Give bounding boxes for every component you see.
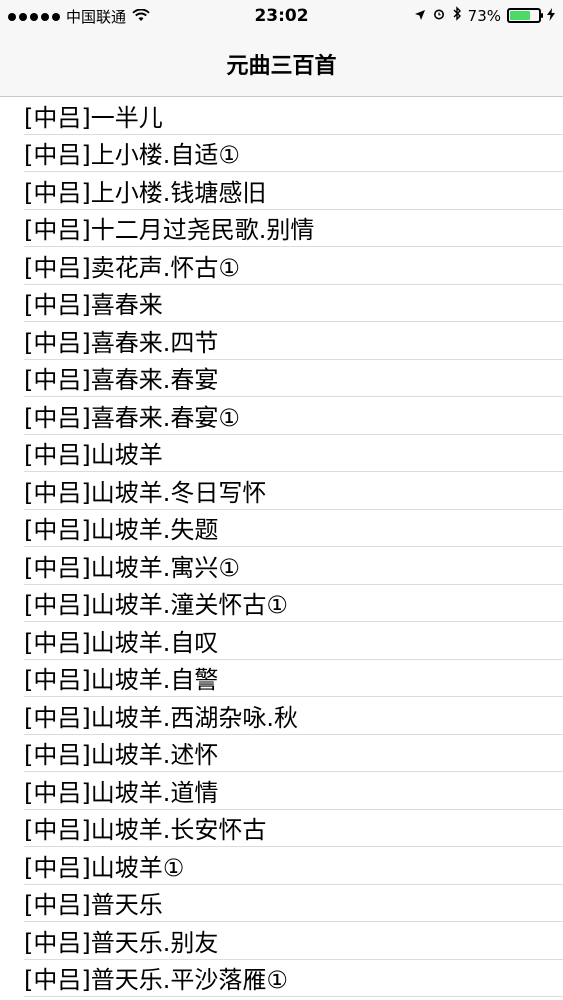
list-item[interactable]: [中吕]喜春来.春宴 — [24, 360, 563, 397]
list-item[interactable]: [中吕]山坡羊.冬日写怀 — [24, 472, 563, 510]
list-item[interactable]: [中吕]山坡羊.寓兴① — [24, 547, 563, 585]
list-item[interactable]: [中吕]山坡羊.述怀 — [24, 735, 563, 772]
list-item[interactable]: [中吕]喜春来.春宴① — [24, 397, 563, 435]
list-item[interactable]: [中吕]普天乐 — [24, 885, 563, 922]
song-list: [中吕]一半儿 [中吕]上小楼.自适① [中吕]上小楼.钱塘感旧 [中吕]十二月过尧民… — [0, 97, 563, 997]
list-item[interactable]: [中吕]卖花声.怀古① — [24, 247, 563, 285]
list-item[interactable]: [中吕]上小楼.钱塘感旧 — [24, 172, 563, 210]
battery-percent: 73% — [467, 6, 501, 25]
location-arrow-icon — [414, 7, 426, 25]
list-item[interactable]: [中吕]山坡羊.长安怀古 — [24, 810, 563, 847]
page-title: 元曲三百首 — [226, 54, 337, 79]
battery-icon — [507, 8, 543, 23]
list-item[interactable]: [中吕]山坡羊 — [24, 435, 563, 472]
list-item[interactable]: [中吕]山坡羊.失题 — [24, 510, 563, 547]
bluetooth-icon — [452, 6, 462, 25]
list-item[interactable]: [中吕]山坡羊.自叹 — [24, 622, 563, 660]
list-item[interactable]: [中吕]喜春来 — [24, 285, 563, 322]
list-item[interactable]: [中吕]上小楼.自适① — [24, 135, 563, 172]
list-item[interactable]: [中吕]山坡羊.西湖杂咏.秋 — [24, 697, 563, 735]
list-item[interactable]: [中吕]十二月过尧民歌.别情 — [24, 210, 563, 247]
list-item[interactable]: [中吕]山坡羊.自警 — [24, 660, 563, 697]
navigation-bar: 元曲三百首 — [0, 32, 563, 97]
status-bar: 中国联通 23:02 73% — [0, 0, 563, 32]
charging-bolt-icon — [547, 7, 555, 25]
list-item[interactable]: [中吕]普天乐.别友 — [24, 922, 563, 960]
list-item[interactable]: [中吕]山坡羊① — [24, 847, 563, 885]
status-right: 73% — [414, 6, 555, 25]
list-item[interactable]: [中吕]山坡羊.潼关怀古① — [24, 585, 563, 622]
list-item[interactable]: [中吕]山坡羊.道情 — [24, 772, 563, 810]
list-item[interactable]: [中吕]普天乐.平沙落雁① — [24, 960, 563, 997]
list-item[interactable]: [中吕]喜春来.四节 — [24, 322, 563, 360]
list-item[interactable]: [中吕]一半儿 — [24, 97, 563, 135]
battery-fill — [510, 11, 530, 20]
alarm-icon — [432, 7, 446, 25]
